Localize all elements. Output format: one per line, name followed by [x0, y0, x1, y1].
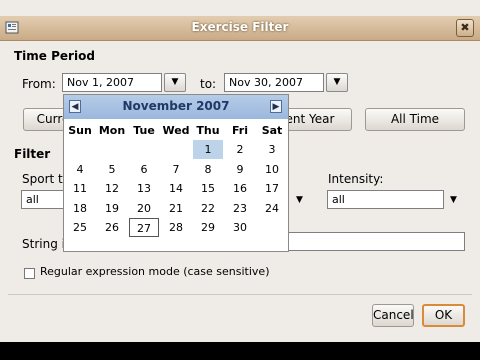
button-bar-divider — [8, 294, 472, 295]
calendar-day[interactable]: 20 — [129, 199, 159, 218]
from-date-field[interactable]: Nov 1, 2007 — [62, 73, 162, 92]
calendar-day[interactable]: 22 — [193, 199, 223, 218]
calendar-day[interactable]: 26 — [97, 218, 127, 237]
string-input[interactable] — [288, 232, 465, 251]
intensity-select[interactable]: all — [327, 190, 444, 209]
calendar-day[interactable]: 30 — [225, 218, 255, 237]
weekday-header: Thu — [196, 124, 220, 137]
title-bar[interactable]: Exercise Filter ✖ — [0, 16, 480, 41]
time-period-heading: Time Period — [14, 49, 95, 63]
calendar-day[interactable]: 14 — [161, 179, 191, 198]
calendar-day[interactable]: 2 — [225, 140, 255, 159]
weekday-header: Tue — [133, 124, 155, 137]
calendar-day[interactable]: 23 — [225, 199, 255, 218]
calendar-day[interactable]: 18 — [65, 199, 95, 218]
weekday-header: Sat — [261, 124, 283, 137]
calendar-day[interactable]: 3 — [257, 140, 287, 159]
calendar-day[interactable]: 16 — [225, 179, 255, 198]
weekday-header: Wed — [162, 124, 190, 137]
regex-mode-label: Regular expression mode (case sensitive) — [40, 265, 270, 278]
calendar-day[interactable]: 13 — [129, 179, 159, 198]
calendar-day[interactable]: 17 — [257, 179, 287, 198]
calendar-day[interactable]: 4 — [65, 160, 95, 179]
to-date-field[interactable]: Nov 30, 2007 — [224, 73, 324, 92]
calendar-day[interactable]: 28 — [161, 218, 191, 237]
from-label: From: — [22, 77, 56, 91]
calendar-day[interactable]: 27 — [129, 218, 159, 237]
close-button[interactable]: ✖ — [456, 19, 474, 37]
calendar-day[interactable]: 5 — [97, 160, 127, 179]
to-label: to: — [200, 77, 217, 91]
calendar-day[interactable]: 25 — [65, 218, 95, 237]
calendar-day[interactable]: 12 — [97, 179, 127, 198]
from-date-dropdown-button[interactable]: ▼ — [164, 73, 186, 92]
calendar-header: ◀ November 2007 ▶ — [64, 95, 288, 119]
calendar-day[interactable]: 9 — [225, 160, 255, 179]
calendar-day[interactable]: 10 — [257, 160, 287, 179]
calendar-day[interactable]: 29 — [193, 218, 223, 237]
regex-mode-checkbox[interactable] — [24, 268, 35, 279]
calendar-month-label: November 2007 — [122, 99, 230, 113]
next-month-button[interactable]: ▶ — [270, 100, 282, 113]
calendar-day[interactable]: 24 — [257, 199, 287, 218]
weekday-header: Fri — [231, 124, 248, 137]
previous-month-button[interactable]: ◀ — [69, 100, 81, 113]
sport-type-dropdown-arrow[interactable]: ▼ — [296, 195, 303, 205]
ok-button[interactable]: OK — [422, 304, 465, 327]
weekday-header: Mon — [98, 124, 126, 137]
to-date-dropdown-button[interactable]: ▼ — [326, 73, 348, 92]
all-time-button[interactable]: All Time — [365, 108, 465, 131]
calendar-day[interactable]: 7 — [161, 160, 191, 179]
exercise-filter-dialog: Exercise Filter ✖ Time Period From: Nov … — [0, 0, 480, 342]
calendar-day[interactable]: 15 — [193, 179, 223, 198]
filter-heading: Filter — [14, 147, 51, 161]
calendar-day[interactable]: 19 — [97, 199, 127, 218]
calendar-day[interactable]: 11 — [65, 179, 95, 198]
calendar-day[interactable]: 1 — [193, 140, 223, 159]
date-picker-popup: ◀ November 2007 ▶ Sun Mon Tue Wed Thu Fri Sat 1… — [63, 94, 289, 252]
calendar-day[interactable]: 21 — [161, 199, 191, 218]
calendar-day[interactable]: 6 — [129, 160, 159, 179]
intensity-label: Intensity: — [328, 172, 384, 186]
calendar-day[interactable]: 8 — [193, 160, 223, 179]
window-title: Exercise Filter — [191, 20, 289, 34]
intensity-dropdown-arrow[interactable]: ▼ — [450, 195, 457, 205]
weekday-header: Sun — [68, 124, 92, 137]
cancel-button[interactable]: Cancel — [372, 304, 414, 327]
